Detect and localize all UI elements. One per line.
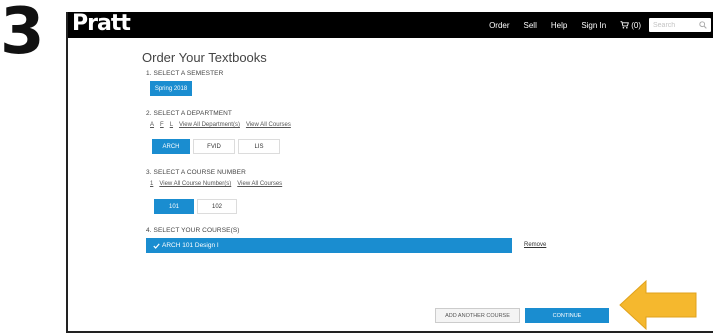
search-box [649,18,711,32]
view-all-courses-link[interactable]: View All Courses [246,122,291,128]
semester-option-spring-2018[interactable]: Spring 2018 [150,81,192,96]
department-option-fvid[interactable]: FVID [193,139,235,154]
department-section-label: 2. SELECT A DEPARTMENT [146,110,233,117]
course-number-section-label: 3. SELECT A COURSE NUMBER [146,169,246,176]
remove-course-link[interactable]: Remove [524,242,546,248]
cart-count: (0) [631,20,641,30]
step-number: 3 [0,0,45,69]
view-all-course-numbers-link[interactable]: View All Course Number(s) [159,181,231,187]
pratt-logo[interactable]: Pratt [72,12,131,37]
nav-sell[interactable]: Sell [524,21,537,30]
cart-button[interactable]: (0) [620,21,641,30]
department-letter-a[interactable]: A [150,122,154,128]
courses-section-label: 4. SELECT YOUR COURSE(S) [146,227,240,234]
course-number-option-102[interactable]: 102 [197,199,237,214]
department-options: ARCH FVID LIS [152,139,280,154]
nav-order[interactable]: Order [489,21,509,30]
search-icon[interactable] [699,21,707,29]
department-option-arch[interactable]: ARCH [152,139,190,154]
cart-icon [620,21,630,29]
check-icon [153,242,160,249]
course-number-option-101[interactable]: 101 [154,199,194,214]
selected-course-row[interactable]: ARCH 101 Design I [146,238,512,253]
course-number-digit-1[interactable]: 1 [150,181,153,187]
semester-section-label: 1. SELECT A SEMESTER [146,70,224,77]
browser-frame: Pratt Order Sell Help Sign In (0) Orde [66,12,713,333]
search-input[interactable] [653,21,699,29]
nav-sign-in[interactable]: Sign In [581,21,606,30]
view-all-departments-link[interactable]: View All Department(s) [179,122,240,128]
semester-options: Spring 2018 [150,81,192,96]
top-navigation-bar: Pratt Order Sell Help Sign In (0) [68,12,713,38]
department-option-lis[interactable]: LIS [238,139,280,154]
add-another-course-button[interactable]: ADD ANOTHER COURSE [435,308,520,323]
nav-help[interactable]: Help [551,21,567,30]
continue-button[interactable]: CONTINUE [525,308,609,323]
arrow-left-icon [619,279,697,331]
department-filter-links: A F L View All Department(s) View All Co… [150,122,291,128]
department-letter-f[interactable]: F [160,122,164,128]
selected-course-label: ARCH 101 Design I [162,242,219,249]
course-number-options: 101 102 [154,199,237,214]
course-number-filter-links: 1 View All Course Number(s) View All Cou… [150,181,282,187]
page-title: Order Your Textbooks [142,50,267,65]
view-all-courses-link-2[interactable]: View All Courses [237,181,282,187]
main-nav: Order Sell Help Sign In (0) [489,12,641,38]
department-letter-l[interactable]: L [170,122,173,128]
